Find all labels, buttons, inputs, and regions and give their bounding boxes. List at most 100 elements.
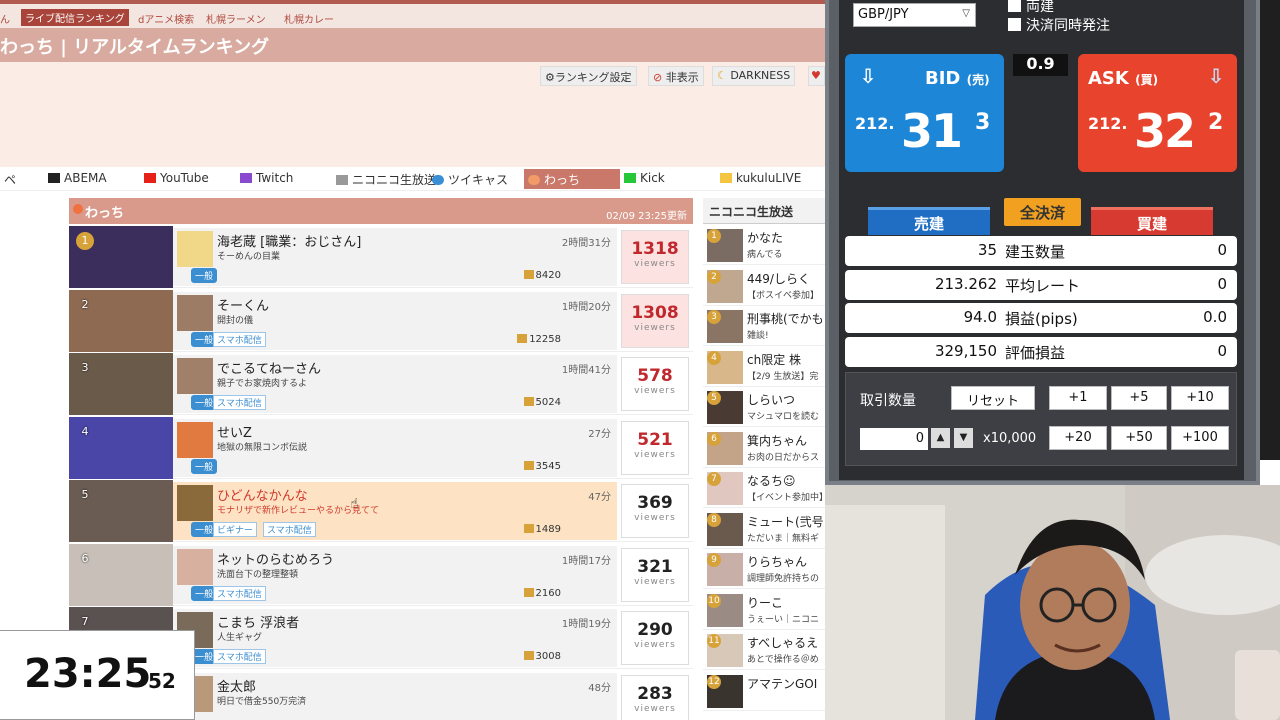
niconico-row[interactable]: 6 箕内ちゃん お肉の日だからス — [703, 428, 825, 468]
niconico-streamer-name[interactable]: すべしゃるえ — [747, 634, 818, 651]
niconico-row[interactable]: 12 アマテンGOI — [703, 671, 825, 711]
niconico-streamer-name[interactable]: ミュート(弐号 — [747, 513, 824, 530]
ranking-row[interactable]: 3 でこるてねーさん 親子でお家焼肉するよ 1時間41分 5024 一般 スマホ配信 578 v… — [69, 353, 693, 415]
more-button[interactable]: ♥ — [808, 66, 825, 86]
niconico-streamer-name[interactable]: りーこ — [747, 594, 783, 611]
niconico-row[interactable]: 8 ミュート(弐号 ただいま｜無料ギ — [703, 509, 825, 549]
add-1-button[interactable]: +1 — [1049, 386, 1107, 410]
niconico-streamer-name[interactable]: なるち☺ — [747, 472, 796, 489]
streamer-name[interactable]: せいZ — [217, 422, 252, 441]
ranking-row[interactable]: 1 海老蔵 [職業：おじさん] そーめんの目業 2時間31分 8420 一般 1318 vie… — [69, 226, 693, 288]
avatar[interactable] — [177, 294, 213, 331]
niconico-row[interactable]: 10 りーこ うぇーい｜ニコニ — [703, 590, 825, 630]
close-simultaneous-checkbox[interactable]: 決済同時発注 — [1008, 15, 1110, 35]
currency-pair-select[interactable]: GBP/JPY ▽ — [853, 3, 976, 27]
buy-value: 0 — [1217, 241, 1227, 259]
buy-value: 0 — [1217, 342, 1227, 361]
ask-button[interactable]: ASK (買) ⇩ 212. 32 2 — [1078, 54, 1237, 172]
darkness-button[interactable]: ☾ DARKNESS — [712, 66, 796, 86]
avatar[interactable] — [177, 421, 213, 458]
ranking-row[interactable]: 6 ネットのらむめろう 洗面台下の整理整頓 1時間17分 2160 一般 スマホ配信 321 v… — [69, 543, 693, 606]
niconico-row[interactable]: 3 刑事桃(でかも 雑談! — [703, 307, 825, 346]
close-all-button[interactable]: 全決済 — [1004, 198, 1081, 226]
stream-info[interactable]: ひどんなかんな モナリザで新作レビューやるから見てて 47分 1489 一般 ビギナー スマ… — [173, 482, 617, 540]
add-10-button[interactable]: +10 — [1171, 386, 1229, 410]
tab-twitcasting[interactable]: ツイキャス — [428, 169, 512, 189]
niconico-streamer-name[interactable]: しらいつ — [747, 391, 795, 408]
nav-item-ramen[interactable]: 札幌ラーメン — [206, 11, 266, 26]
niconico-row[interactable]: 9 りらちゃん 調理師免許持ちの — [703, 550, 825, 589]
stream-info[interactable]: こまち 浮浪者 人生ギャグ 1時間19分 3008 一般 スマホ配信 — [173, 609, 617, 667]
tab-kick[interactable]: Kick — [620, 169, 669, 189]
tab-abema[interactable]: ABEMA — [44, 169, 111, 189]
niconico-streamer-name[interactable]: 449/しらく — [747, 270, 810, 287]
chevron-down-icon: ▽ — [962, 8, 970, 19]
stream-info[interactable]: ネットのらむめろう 洗面台下の整理整頓 1時間17分 2160 一般 スマホ配信 — [173, 545, 617, 604]
quantity-up-button[interactable]: ▲ — [931, 428, 950, 448]
stream-info[interactable]: 海老蔵 [職業：おじさん] そーめんの目業 2時間31分 8420 一般 — [173, 228, 617, 286]
streamer-name[interactable]: 金太郎 — [217, 676, 256, 695]
checkbox-box[interactable] — [1008, 0, 1021, 12]
sell-position-tab[interactable]: 売建 — [868, 207, 990, 235]
stream-description: 開封の儀 — [217, 315, 254, 326]
niconico-streamer-name[interactable]: ch限定 株 — [747, 351, 801, 368]
add-100-button[interactable]: +100 — [1171, 426, 1229, 450]
add-5-button[interactable]: +5 — [1111, 386, 1167, 410]
tab-platform-0[interactable]: ペ — [0, 169, 20, 189]
niconico-row[interactable]: 2 449/しらく 【ボスイベ参加】 — [703, 266, 825, 306]
ranking-row[interactable]: 5 ひどんなかんな モナリザで新作レビューやるから見てて 47分 1489 一般 ビギナース… — [69, 480, 693, 542]
nav-item-live-ranking[interactable]: ライブ配信ランキング — [21, 9, 129, 26]
hedge-checkbox[interactable]: 両建 — [1008, 0, 1054, 16]
nav-item-0[interactable]: ん — [0, 11, 10, 26]
fan-count: 2160 — [524, 588, 561, 599]
tab-twitch[interactable]: Twitch — [236, 169, 297, 189]
streamer-name[interactable]: 海老蔵 [職業：おじさん] — [217, 231, 361, 250]
ranking-row[interactable]: 4 せいZ 地獄の無限コンボ伝説 27分 3545 一般 521 viewers — [69, 416, 693, 479]
tab-youtube[interactable]: YouTube — [140, 169, 213, 189]
add-50-button[interactable]: +50 — [1111, 426, 1167, 450]
avatar[interactable] — [177, 358, 213, 394]
streamer-name[interactable]: そーくん — [217, 295, 269, 314]
ranking-settings-button[interactable]: ⚙ランキング設定 — [540, 66, 637, 86]
checkbox-box[interactable] — [1008, 18, 1021, 31]
streamer-name[interactable]: こまち 浮浪者 — [217, 612, 299, 631]
niconico-row[interactable]: 5 しらいつ マシュマロを読む — [703, 388, 825, 427]
avatar[interactable] — [177, 485, 213, 521]
niconico-streamer-name[interactable]: アマテンGOI — [747, 675, 817, 692]
streamer-name[interactable]: ネットのらむめろう — [217, 549, 334, 568]
viewer-count: 578 — [637, 366, 673, 386]
reset-button[interactable]: リセット — [951, 386, 1035, 410]
ranking-row[interactable]: 2 そーくん 開封の儀 1時間20分 12258 一般 スマホ配信 1308 viewers — [69, 289, 693, 352]
sell-value: 329,150 — [934, 342, 997, 361]
avatar[interactable] — [177, 548, 213, 585]
niconico-streamer-name[interactable]: かなた — [747, 229, 783, 246]
niconico-streamer-name[interactable]: りらちゃん — [747, 553, 807, 570]
tab-kukulu[interactable]: kukuluLIVE — [716, 169, 805, 189]
streamer-name[interactable]: ひどんなかんな — [217, 485, 308, 504]
stream-info[interactable]: そーくん 開封の儀 1時間20分 12258 一般 スマホ配信 — [173, 291, 617, 350]
tab-niconico[interactable]: ニコニコ生放送 — [332, 169, 440, 189]
viewer-count: 321 — [637, 556, 673, 577]
niconico-streamer-name[interactable]: 刑事桃(でかも — [747, 310, 824, 327]
stream-tag: スマホ配信 — [213, 649, 266, 664]
niconico-row[interactable]: 1 かなた 病んでる — [703, 226, 825, 265]
bid-button[interactable]: ⇩ BID (売) 212. 31 3 — [845, 54, 1004, 172]
niconico-row[interactable]: 11 すべしゃるえ あとで操作る＠め — [703, 631, 825, 670]
quantity-input[interactable]: 0 — [860, 428, 928, 450]
stream-info[interactable]: せいZ 地獄の無限コンボ伝説 27分 3545 一般 — [173, 418, 617, 477]
niconico-row[interactable]: 4 ch限定 株【2/9 生放送】完 — [703, 347, 825, 387]
streamer-name[interactable]: でこるてねーさん — [217, 358, 321, 377]
tab-wacchi[interactable]: わっち — [524, 169, 620, 189]
buy-position-tab[interactable]: 買建 — [1091, 207, 1213, 235]
niconico-row[interactable]: 7 なるち☺ 【イベント参加中】 — [703, 469, 828, 508]
nav-item-curry[interactable]: 札幌カレー — [284, 11, 334, 26]
nav-item-anime-search[interactable]: dアニメ検索 — [138, 11, 194, 26]
hide-button[interactable]: ⊘ 非表示 — [648, 66, 704, 86]
quantity-down-button[interactable]: ▼ — [954, 428, 973, 448]
tab-label: ABEMA — [64, 171, 107, 185]
add-20-button[interactable]: +20 — [1049, 426, 1107, 450]
niconico-streamer-name[interactable]: 箕内ちゃん — [747, 432, 807, 449]
avatar[interactable] — [177, 231, 213, 267]
stream-info[interactable]: 金太郎 明日で借金550万完済 48分 — [173, 672, 617, 720]
stream-info[interactable]: でこるてねーさん 親子でお家焼肉するよ 1時間41分 5024 一般 スマホ配信 — [173, 355, 617, 413]
